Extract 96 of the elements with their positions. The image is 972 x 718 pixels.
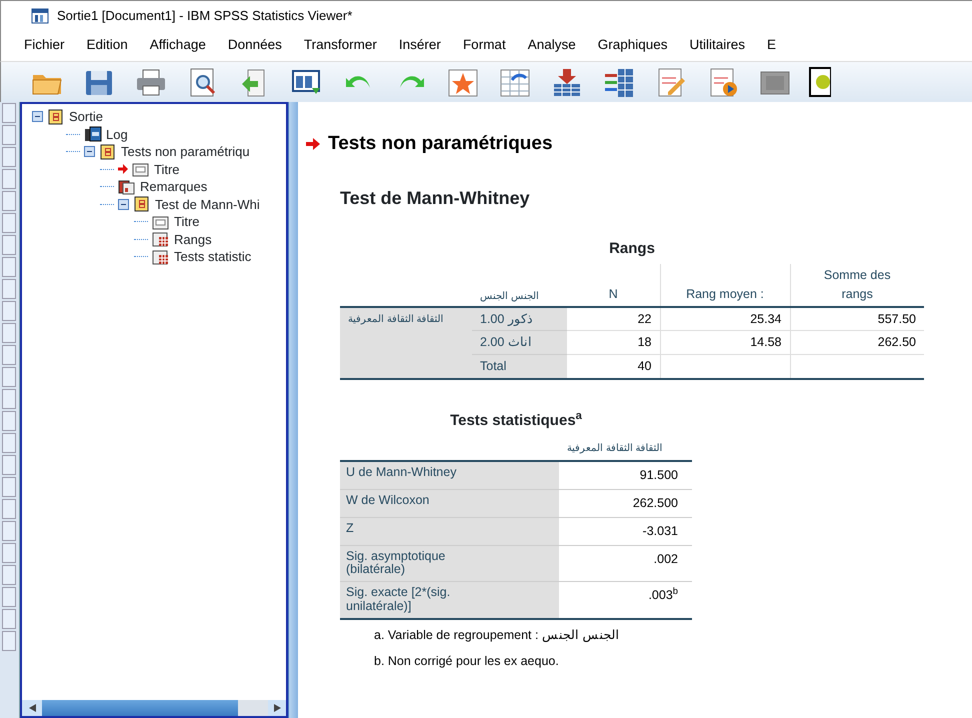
table-page-icon — [152, 248, 170, 265]
column-header: Somme des rangs — [790, 264, 924, 306]
footnote: a. Variable de regroupement : الجنس الجنس — [373, 626, 620, 644]
collapse-toggle[interactable] — [84, 146, 95, 158]
table-cell: 262.50 — [790, 330, 924, 354]
outline-item[interactable]: Log — [106, 124, 128, 144]
sidebar-tab[interactable] — [2, 543, 16, 563]
splitter-handle[interactable] — [288, 102, 298, 718]
sidebar-tab[interactable] — [2, 169, 16, 189]
menu-item[interactable]: Affichage — [138, 33, 217, 58]
row-label: Total — [472, 354, 567, 379]
sidebar-tab[interactable] — [2, 345, 16, 365]
row-label: W de Wilcoxon — [340, 490, 559, 518]
sidebar-tab[interactable] — [2, 367, 16, 387]
scroll-right-icon[interactable] — [274, 704, 280, 712]
book-icon — [47, 108, 65, 125]
sidebar-tab[interactable] — [2, 477, 16, 497]
table-cell: -3.031 — [559, 517, 692, 545]
table-cell: 262.500 — [559, 490, 692, 518]
row-group-label: الثقافة الثقافة المعرفية — [340, 306, 472, 379]
sidebar-tab[interactable] — [2, 389, 16, 409]
menu-item[interactable]: Transformer — [292, 33, 388, 58]
heading: Tests non paramétriques — [328, 132, 553, 156]
menu-item[interactable]: Données — [216, 33, 293, 58]
sidebar-tab[interactable] — [2, 411, 16, 431]
row-label: Z — [340, 517, 559, 545]
outline-item[interactable]: Sortie — [69, 107, 103, 126]
menu-item[interactable]: Analyse — [516, 33, 587, 58]
add-icon[interactable] — [809, 66, 831, 98]
window-title: Sortie1 [Document1] - IBM SPSS Statistics Viewer* — [57, 6, 352, 25]
sidebar-tab[interactable] — [2, 587, 16, 607]
table-cell: 40 — [567, 354, 660, 379]
sidebar-tab[interactable] — [2, 455, 16, 475]
outline-item[interactable]: Rangs — [174, 230, 212, 249]
outline-item[interactable]: Titre — [154, 160, 180, 179]
outline-item[interactable]: Test de Mann-Whi — [155, 194, 260, 214]
sidebar-tab[interactable] — [2, 301, 16, 321]
row-label: 2.00 اناث — [472, 330, 567, 354]
app-icon — [31, 8, 49, 24]
sidebar-tab[interactable] — [2, 323, 16, 343]
table-title: Rangs — [608, 238, 656, 258]
collapse-toggle[interactable] — [118, 198, 129, 210]
row-label: 1.00 ذكور — [472, 306, 567, 331]
table-cell: 91.500 — [559, 461, 692, 490]
row-label: U de Mann-Whitney — [340, 461, 559, 490]
sidebar-tab[interactable] — [2, 191, 16, 211]
sidebar-tab[interactable] — [2, 125, 16, 145]
sidebar-tab[interactable] — [2, 103, 16, 123]
sidebar-tab[interactable] — [2, 147, 16, 167]
table-cell: 18 — [567, 330, 660, 354]
title-page-icon — [132, 161, 150, 178]
column-header: N — [567, 264, 660, 306]
menu-item[interactable]: Graphiques — [586, 33, 679, 58]
column-header: Rang moyen : — [660, 264, 790, 306]
table-cell: .002 — [559, 545, 692, 582]
sidebar-tab[interactable] — [2, 631, 16, 651]
sidebar-tab[interactable] — [2, 565, 16, 585]
subheading: Test de Mann-Whitney — [340, 186, 531, 210]
sidebar-tab[interactable] — [2, 609, 16, 629]
table-cell: 14.58 — [660, 330, 790, 354]
outline-item[interactable]: Remarques — [140, 177, 208, 196]
sidebar-tab[interactable] — [2, 521, 16, 541]
book-icon — [99, 144, 117, 160]
scroll-left-icon[interactable] — [28, 704, 36, 712]
sidebar-tab[interactable] — [2, 213, 16, 233]
collapse-toggle[interactable] — [32, 111, 43, 122]
row-label: Sig. asymptotique (bilatérale) — [340, 545, 559, 582]
notes-icon — [118, 178, 136, 195]
table-cell: 25.34 — [660, 306, 790, 331]
outline-item[interactable]: Titre — [174, 212, 200, 232]
outline-item[interactable]: Tests non paramétriqu — [121, 142, 250, 162]
sidebar-tab[interactable] — [2, 257, 16, 277]
outline-item[interactable]: Tests statistic — [174, 247, 252, 266]
sidebar-tab[interactable] — [2, 279, 16, 299]
title-page-icon — [152, 214, 170, 230]
table-title: Tests statistiques$^{a}$ — [449, 410, 583, 431]
table-cell: 22 — [567, 306, 660, 331]
menu-item[interactable]: Format — [452, 33, 517, 58]
row-label: Sig. exacte [2*(sig. unilatérale)] — [340, 582, 559, 618]
sidebar-tab[interactable] — [2, 235, 16, 255]
scrollbar-thumb[interactable] — [238, 700, 268, 716]
footnote: b. Non corrigé pour les ex aequo. — [373, 653, 560, 670]
table-cell: 557.50 — [790, 306, 924, 331]
sidebar-tab[interactable] — [2, 499, 16, 519]
menu-item[interactable]: E — [756, 33, 788, 58]
book-icon — [133, 196, 151, 212]
menu-item[interactable]: Fichier — [13, 33, 76, 58]
table-cell: .003$^{b}$ — [559, 582, 692, 618]
menu-item[interactable]: Insérer — [388, 33, 452, 58]
log-icon — [84, 126, 102, 142]
menu-item[interactable]: Utilitaires — [678, 33, 756, 58]
column-header: الجنس الجنس — [472, 264, 567, 306]
sidebar-tab[interactable] — [2, 433, 16, 453]
column-header: الثقافة الثقافة المعرفية — [559, 438, 692, 462]
menu-item[interactable]: Edition — [76, 33, 139, 58]
table-page-icon — [152, 231, 170, 248]
